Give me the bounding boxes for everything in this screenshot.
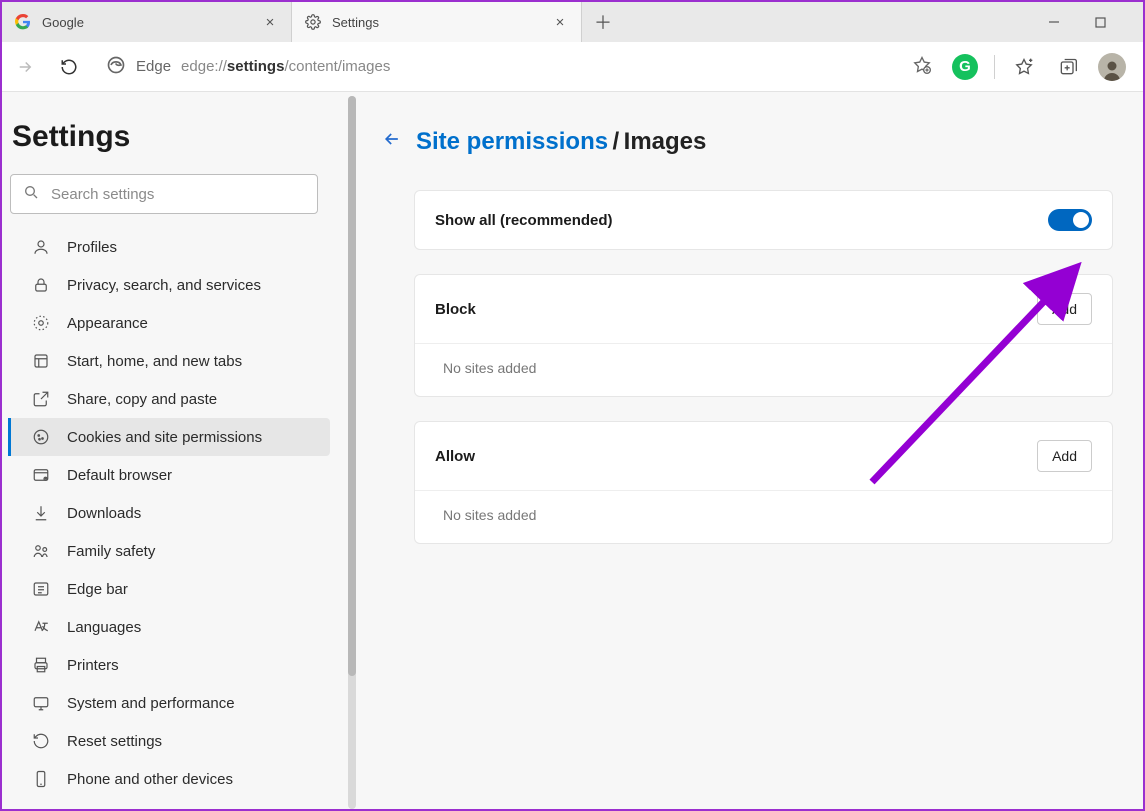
show-all-card: Show all (recommended)	[414, 190, 1113, 250]
settings-sidebar: Settings Profiles Privacy, search, and se…	[2, 92, 348, 809]
edge-label: Edge	[136, 58, 171, 75]
download-icon	[31, 504, 51, 522]
tab-title: Google	[42, 15, 251, 30]
title-bar: Google × Settings × ＋	[2, 2, 1143, 42]
sidebar-item-label: Share, copy and paste	[67, 391, 217, 408]
sidebar-item-label: Start, home, and new tabs	[67, 353, 242, 370]
sidebar-item-label: Edge bar	[67, 581, 128, 598]
breadcrumb-separator: /	[613, 128, 620, 155]
sidebar-item-label: System and performance	[67, 695, 235, 712]
tab-title: Settings	[332, 15, 541, 30]
sidebar-item-profile[interactable]: Profiles	[8, 228, 330, 266]
allow-empty-text: No sites added	[415, 490, 1112, 543]
new-tab-button[interactable]: ＋	[582, 2, 624, 42]
extension-grammarly[interactable]: G	[946, 48, 984, 86]
gear-icon	[304, 13, 322, 31]
sidebar-item-label: Appearance	[67, 315, 148, 332]
breadcrumb-link[interactable]: Site permissions	[416, 128, 608, 155]
maximize-button[interactable]	[1077, 2, 1123, 42]
separator	[994, 55, 995, 79]
favorite-add-icon[interactable]	[912, 55, 932, 79]
url-display: edge://settings/content/images	[181, 58, 390, 75]
lang-icon	[31, 618, 51, 636]
start-icon	[31, 352, 51, 370]
tab-settings[interactable]: Settings ×	[292, 2, 582, 42]
allow-add-button[interactable]: Add	[1037, 440, 1092, 472]
profile-avatar[interactable]	[1093, 48, 1131, 86]
toolbar: Edge edge://settings/content/images G	[2, 42, 1143, 92]
sidebar-item-cookie[interactable]: Cookies and site permissions	[8, 418, 330, 456]
sidebar-scrollbar[interactable]	[348, 96, 356, 809]
search-input[interactable]	[51, 186, 305, 203]
sidebar-item-appearance[interactable]: Appearance	[8, 304, 330, 342]
block-label: Block	[435, 301, 1037, 318]
sidebar-item-printer[interactable]: Printers	[8, 646, 330, 684]
sidebar-item-label: Downloads	[67, 505, 141, 522]
sidebar-item-label: Default browser	[67, 467, 172, 484]
lock-icon	[31, 276, 51, 294]
sidebar-item-phone[interactable]: Phone and other devices	[8, 760, 330, 798]
minimize-button[interactable]	[1031, 2, 1077, 42]
sidebar-item-family[interactable]: Family safety	[8, 532, 330, 570]
sidebar-item-browser[interactable]: Default browser	[8, 456, 330, 494]
address-bar[interactable]: Edge edge://settings/content/images	[94, 49, 940, 85]
settings-main-panel: Site permissions / Images Show all (reco…	[356, 92, 1143, 809]
window-controls	[1031, 2, 1143, 42]
block-card: Block Add No sites added	[414, 274, 1113, 397]
browser-icon	[31, 466, 51, 484]
sidebar-item-label: Printers	[67, 657, 119, 674]
tab-google[interactable]: Google ×	[2, 2, 292, 42]
sidebar-item-edgebar[interactable]: Edge bar	[8, 570, 330, 608]
phone-icon	[31, 770, 51, 788]
family-icon	[31, 542, 51, 560]
breadcrumb-current: Images	[624, 128, 707, 155]
appearance-icon	[31, 314, 51, 332]
sidebar-item-label: Family safety	[67, 543, 155, 560]
sidebar-item-label: Phone and other devices	[67, 771, 233, 788]
sidebar-item-label: Profiles	[67, 239, 117, 256]
close-icon[interactable]: ×	[551, 13, 569, 31]
sidebar-item-system[interactable]: System and performance	[8, 684, 330, 722]
sidebar-item-label: Cookies and site permissions	[67, 429, 262, 446]
sidebar-item-label: Privacy, search, and services	[67, 277, 261, 294]
refresh-button[interactable]	[50, 48, 88, 86]
close-icon[interactable]: ×	[261, 13, 279, 31]
sidebar-item-label: Languages	[67, 619, 141, 636]
show-all-label: Show all (recommended)	[435, 212, 1048, 229]
settings-heading: Settings	[8, 120, 330, 154]
sidebar-item-label: Reset settings	[67, 733, 162, 750]
share-icon	[31, 390, 51, 408]
favorites-button[interactable]	[1005, 48, 1043, 86]
sidebar-item-reset[interactable]: Reset settings	[8, 722, 330, 760]
window-spacer	[1123, 2, 1143, 42]
block-add-button[interactable]: Add	[1037, 293, 1092, 325]
google-favicon-icon	[14, 13, 32, 31]
sidebar-item-lock[interactable]: Privacy, search, and services	[8, 266, 330, 304]
allow-label: Allow	[435, 448, 1037, 465]
edge-logo-icon	[106, 55, 126, 79]
sidebar-item-download[interactable]: Downloads	[8, 494, 330, 532]
cookie-icon	[31, 428, 51, 446]
profile-icon	[31, 238, 51, 256]
sidebar-item-lang[interactable]: Languages	[8, 608, 330, 646]
reset-icon	[31, 732, 51, 750]
sidebar-item-start[interactable]: Start, home, and new tabs	[8, 342, 330, 380]
edgebar-icon	[31, 580, 51, 598]
breadcrumb: Site permissions / Images	[382, 128, 1113, 156]
block-empty-text: No sites added	[415, 343, 1112, 396]
allow-card: Allow Add No sites added	[414, 421, 1113, 544]
printer-icon	[31, 656, 51, 674]
search-settings-box[interactable]	[10, 174, 318, 214]
show-all-toggle[interactable]	[1048, 209, 1092, 231]
forward-button[interactable]	[6, 48, 44, 86]
collections-button[interactable]	[1049, 48, 1087, 86]
system-icon	[31, 694, 51, 712]
content-area: Settings Profiles Privacy, search, and se…	[2, 92, 1143, 809]
back-arrow-icon[interactable]	[382, 129, 402, 155]
sidebar-item-share[interactable]: Share, copy and paste	[8, 380, 330, 418]
search-icon	[23, 184, 39, 205]
